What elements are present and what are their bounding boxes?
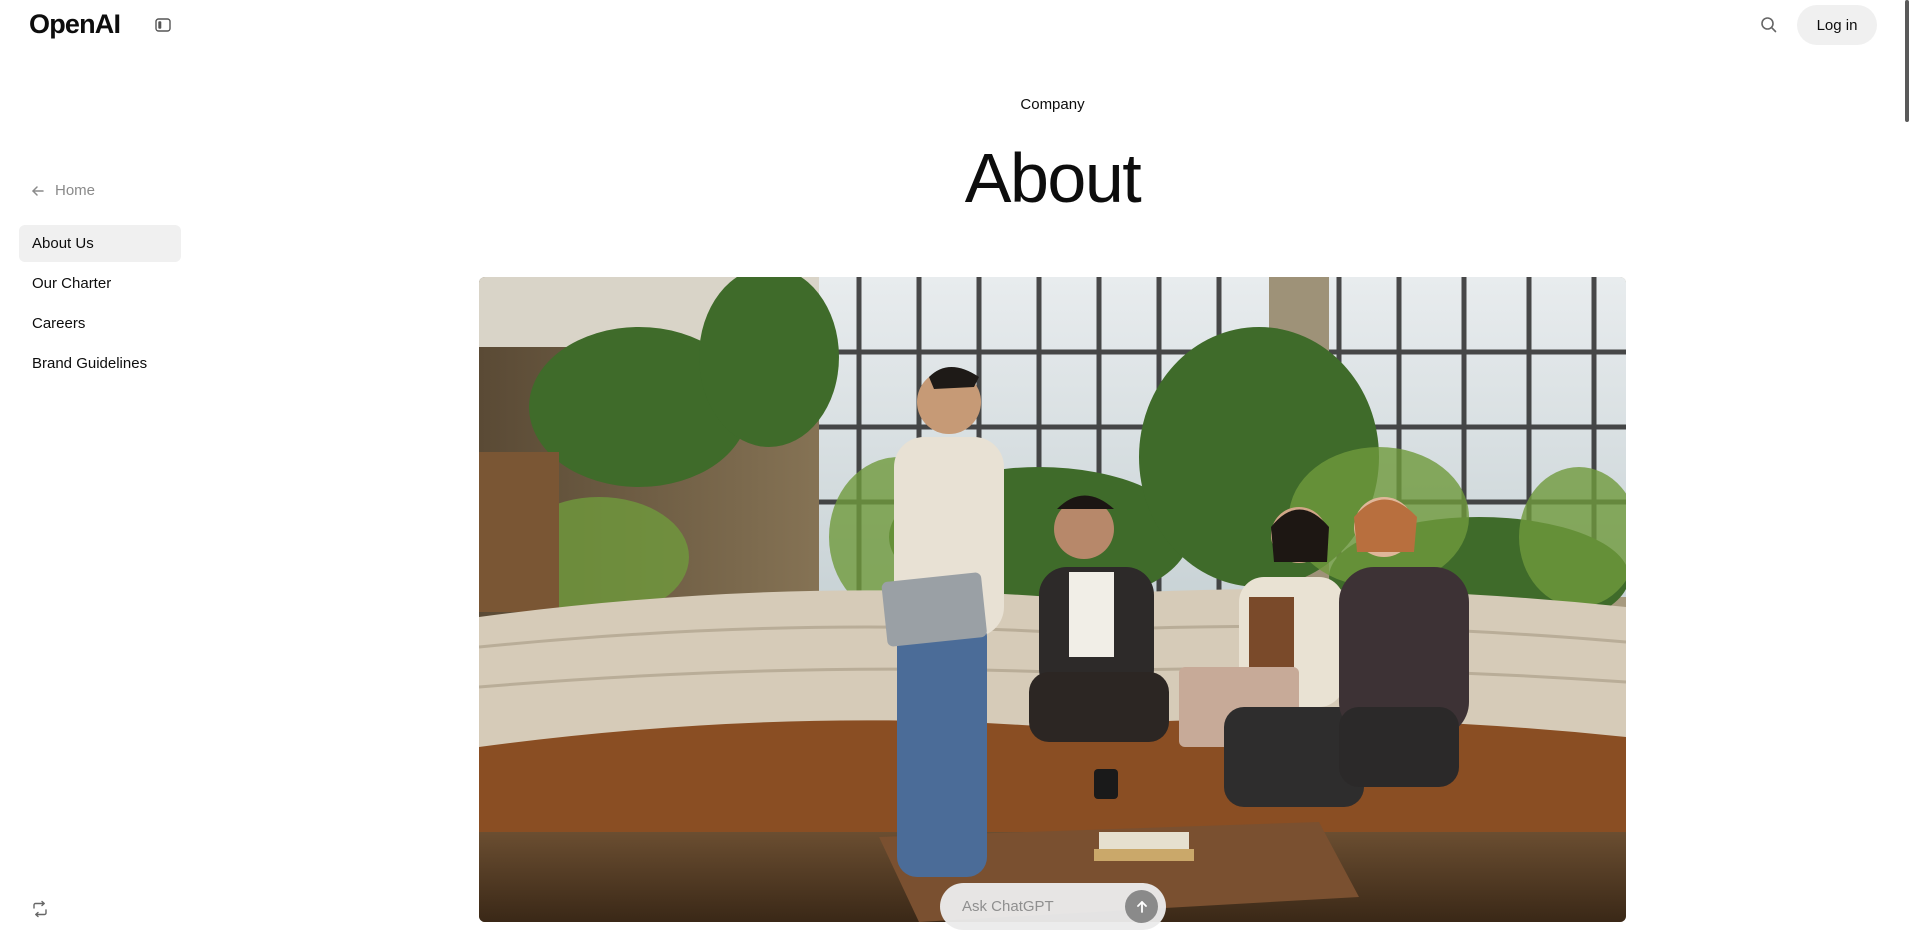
arrow-up-icon bbox=[1136, 900, 1147, 913]
hero-photo bbox=[479, 277, 1626, 922]
send-button[interactable] bbox=[1125, 890, 1158, 923]
ask-chatgpt-bar bbox=[940, 883, 1166, 930]
arrow-left-icon bbox=[32, 185, 44, 196]
sidebar-item-brand-guidelines[interactable]: Brand Guidelines bbox=[19, 345, 181, 382]
swap-icon[interactable] bbox=[31, 900, 49, 918]
top-bar: OpenAI Log in bbox=[0, 0, 1909, 52]
sidebar-nav: About Us Our Charter Careers Brand Guide… bbox=[19, 225, 181, 385]
scrollbar-thumb[interactable] bbox=[1905, 0, 1909, 122]
page-kicker: Company bbox=[1020, 96, 1085, 113]
sidebar-item-about-us[interactable]: About Us bbox=[19, 225, 181, 262]
ask-chatgpt-input[interactable] bbox=[960, 897, 1120, 916]
home-label: Home bbox=[55, 182, 96, 199]
home-link[interactable]: Home bbox=[31, 182, 95, 199]
sidebar-item-our-charter[interactable]: Our Charter bbox=[19, 265, 181, 302]
page-title: About bbox=[964, 139, 1142, 217]
sidebar-item-careers[interactable]: Careers bbox=[19, 305, 181, 342]
sidebar-panel-icon[interactable] bbox=[154, 16, 172, 34]
login-button[interactable]: Log in bbox=[1797, 5, 1877, 45]
openai-logo[interactable]: OpenAI bbox=[29, 9, 121, 40]
search-icon[interactable] bbox=[1759, 15, 1779, 35]
